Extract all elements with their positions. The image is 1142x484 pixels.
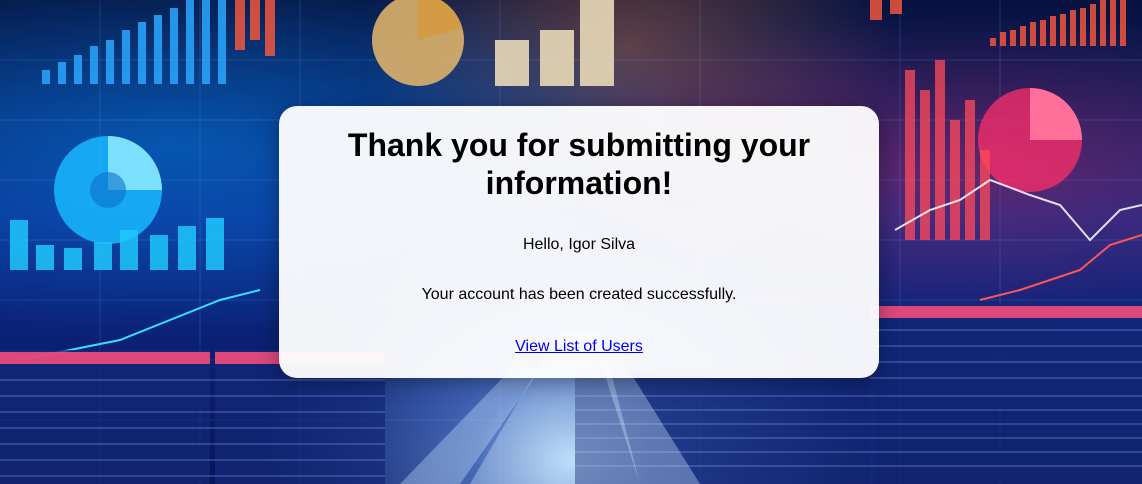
confirmation-card: Thank you for submitting your informatio… xyxy=(279,106,879,378)
success-message: Your account has been created successful… xyxy=(421,286,737,303)
view-users-link[interactable]: View List of Users xyxy=(515,338,643,356)
greeting-text: Hello, Igor Silva xyxy=(522,236,636,253)
page-title: Thank you for submitting your informatio… xyxy=(347,127,811,201)
